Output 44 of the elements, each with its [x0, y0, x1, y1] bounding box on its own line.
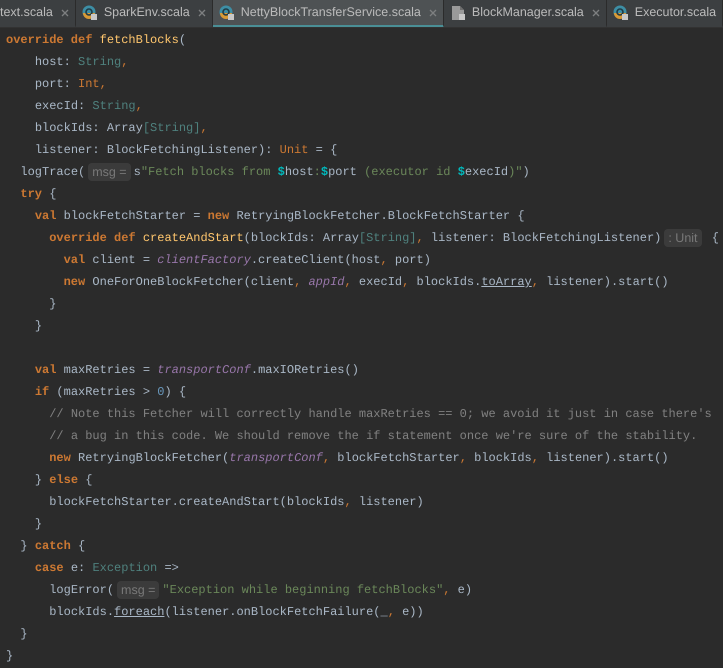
inlay-hint: msg =: [117, 581, 160, 599]
code-text: if (maxRetries > 0) {: [34, 384, 186, 401]
code-text: override def createAndStart(blockIds: Array[String], listener: BlockFetchingListener): [49, 230, 662, 247]
code-text: logError(: [49, 582, 114, 599]
code-text: val client = clientFactory.createClient(host, port): [64, 252, 431, 269]
code-text: logTrace(: [20, 164, 86, 181]
code-text: host: String,: [34, 54, 128, 71]
code-text: } else {: [34, 472, 92, 489]
class-icon: [612, 4, 629, 20]
inlay-hint: : Unit: [664, 229, 702, 247]
code-text: s"Fetch blocks from $host:$port (executor id $execId)"): [134, 164, 530, 181]
code-text: // a bug in this code. We should remove the if statement once we're sure of the stability.: [49, 428, 698, 445]
file-icon: [450, 4, 466, 20]
code-text: blockFetchStarter.createAndStart(blockIds, listener): [49, 494, 424, 511]
file-tab[interactable]: text.scala: [0, 0, 76, 27]
code-text: new OneForOneBlockFetcher(client, appId, execId, blockIds.toArray, listener).start(): [64, 274, 669, 291]
class-icon: [82, 4, 98, 20]
code-text: val maxRetries = transportConf.maxIORetries(): [34, 362, 359, 379]
code-text: port: Int,: [34, 76, 107, 93]
code-text: } catch {: [20, 538, 86, 555]
code-text: case e: Exception =>: [34, 560, 179, 577]
code-text: }: [6, 648, 14, 665]
close-icon[interactable]: [592, 8, 600, 16]
code-text: }: [49, 296, 56, 313]
close-icon[interactable]: [198, 8, 206, 16]
code-text: listener: BlockFetchingListener): Unit = {: [34, 142, 338, 159]
code-text: blockIds.foreach(listener.onBlockFetchFailure(_, e)): [49, 604, 424, 621]
code-text: blockIds: Array[String],: [34, 120, 208, 137]
code-text: // Note this Fetcher will correctly handle maxRetries == 0; we avoid it just in case there's: [49, 406, 712, 423]
close-icon[interactable]: [60, 8, 69, 16]
code-text: }: [34, 516, 42, 533]
inlay-hint: msg =: [88, 163, 131, 181]
code-text: override def fetchBlocks(: [6, 32, 186, 49]
code-text: }: [34, 318, 42, 335]
code-text: new RetryingBlockFetcher(transportConf, blockFetchStarter, blockIds, listener).start(): [49, 450, 669, 467]
code-text: }: [20, 626, 28, 643]
class-icon: [218, 4, 235, 20]
file-tab[interactable]: NettyBlockTransferService.scala: [212, 0, 444, 27]
code-text: "Exception while beginning fetchBlocks", e): [162, 582, 472, 599]
code-text: val blockFetchStarter = new RetryingBlockFetcher.BlockFetchStarter {: [34, 208, 525, 225]
code-text: try {: [20, 186, 56, 203]
close-icon[interactable]: [428, 8, 437, 16]
code-text: execId: String,: [34, 98, 143, 115]
code-text: {: [710, 230, 719, 247]
